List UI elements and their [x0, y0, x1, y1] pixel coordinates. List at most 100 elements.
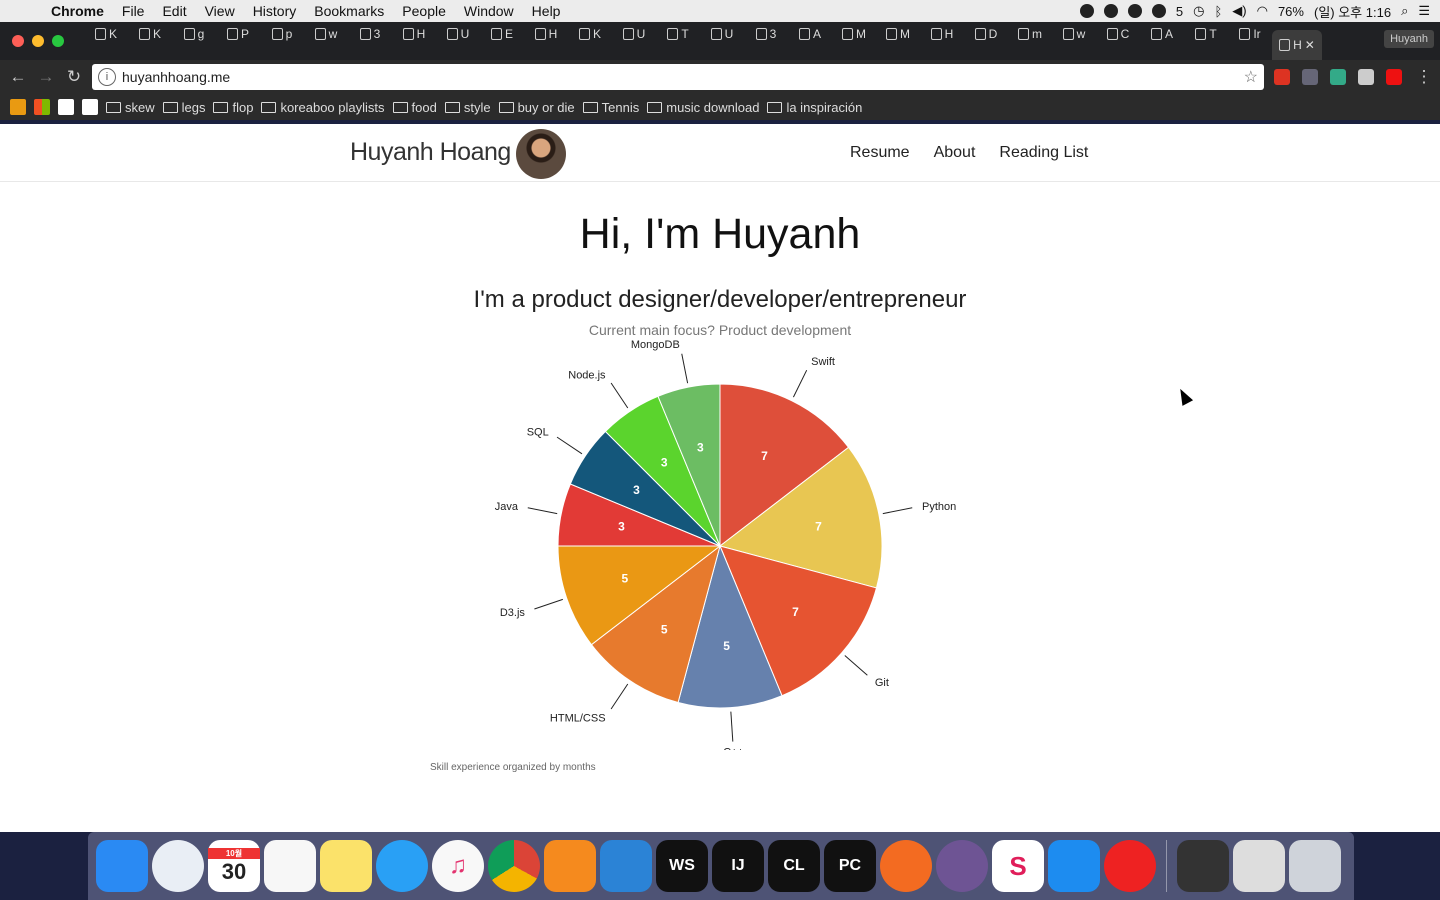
bookmark-folder[interactable]: la inspiración — [767, 100, 862, 115]
chrome-menu-icon[interactable]: ⋮ — [1410, 67, 1438, 87]
browser-tab[interactable]: M — [876, 22, 920, 46]
gmail-icon[interactable] — [58, 99, 74, 115]
clock[interactable]: (일) 오후 1:16 — [1314, 2, 1391, 21]
wifi-icon[interactable]: ◠ — [1257, 3, 1268, 19]
slack-icon[interactable]: S — [992, 840, 1044, 892]
calendar-icon[interactable]: 10월 30 — [208, 840, 260, 892]
reload-icon[interactable]: ↻ — [60, 67, 88, 87]
menu-file[interactable]: File — [113, 3, 154, 19]
browser-tab[interactable]: K — [568, 22, 612, 46]
browser-tab[interactable]: H — [524, 22, 568, 46]
github-desktop-icon[interactable] — [936, 840, 988, 892]
browser-tab[interactable]: H — [392, 22, 436, 46]
trash-icon[interactable] — [1289, 840, 1341, 892]
browser-tab[interactable]: U — [612, 22, 656, 46]
browser-tab[interactable]: K — [128, 22, 172, 46]
browser-tab[interactable]: m — [1008, 22, 1052, 46]
status-app-icon[interactable] — [1079, 4, 1094, 18]
bookmark-favicon[interactable] — [10, 99, 26, 115]
profile-button[interactable]: Huyanh — [1384, 30, 1434, 48]
browser-tab[interactable]: U — [700, 22, 744, 46]
finder-icon[interactable] — [96, 840, 148, 892]
extension-icon[interactable] — [1358, 69, 1374, 85]
browser-tab[interactable]: H — [920, 22, 964, 46]
bookmark-folder[interactable]: skew — [106, 100, 155, 115]
active-tab[interactable]: H ✕ — [1272, 30, 1322, 60]
browser-tab[interactable]: p — [260, 22, 304, 46]
airmail-icon[interactable] — [152, 840, 204, 892]
clion-icon[interactable]: CL — [768, 840, 820, 892]
bookmark-folder[interactable]: style — [444, 100, 491, 115]
menu-history[interactable]: History — [244, 3, 306, 19]
url-text[interactable]: huyanhhoang.me — [122, 69, 230, 85]
microsoft-icon[interactable] — [34, 99, 50, 115]
site-info-icon[interactable]: i — [98, 68, 116, 86]
menu-view[interactable]: View — [196, 3, 244, 19]
back-icon[interactable]: ← — [4, 67, 32, 87]
notification-center-icon[interactable]: ☰ — [1418, 3, 1430, 19]
reminders-icon[interactable] — [264, 840, 316, 892]
status-app-icon[interactable] — [1103, 4, 1118, 18]
messages-icon[interactable] — [376, 840, 428, 892]
bookmark-folder[interactable]: flop — [213, 100, 253, 115]
status-app-icon[interactable] — [1127, 4, 1142, 18]
menu-app-name[interactable]: Chrome — [42, 3, 113, 19]
menu-edit[interactable]: Edit — [153, 3, 195, 19]
forward-icon[interactable]: → — [32, 67, 60, 87]
extension-icon[interactable] — [1386, 69, 1402, 85]
browser-tab[interactable]: w — [304, 22, 348, 46]
browser-tab[interactable]: T — [656, 22, 700, 46]
bookmark-star-icon[interactable]: ☆ — [1244, 67, 1258, 87]
notification-count[interactable]: 5 — [1176, 4, 1183, 19]
xcode-icon[interactable] — [600, 840, 652, 892]
browser-tab[interactable]: 3 — [744, 22, 788, 46]
spotlight-icon[interactable]: ⌕ — [1401, 3, 1408, 19]
site-brand[interactable]: Huyanh Hoang — [350, 138, 511, 167]
chrome-icon[interactable] — [488, 840, 540, 892]
browser-tab[interactable]: U — [436, 22, 480, 46]
volume-icon[interactable]: ◀) — [1232, 3, 1246, 19]
adblock-icon[interactable] — [1274, 69, 1290, 85]
browser-tab[interactable]: A — [788, 22, 832, 46]
ibooks-icon[interactable] — [544, 840, 596, 892]
downloads-stack-icon[interactable] — [1233, 840, 1285, 892]
bluetooth-icon[interactable]: ᛒ — [1214, 4, 1222, 19]
itunes-icon[interactable]: ♫ — [432, 840, 484, 892]
close-window-icon[interactable] — [12, 35, 24, 47]
zoom-window-icon[interactable] — [52, 35, 64, 47]
browser-tab[interactable]: K — [84, 22, 128, 46]
bear-icon[interactable] — [1104, 840, 1156, 892]
bookmark-folder[interactable]: koreaboo playlists — [261, 100, 385, 115]
browser-tab[interactable]: M — [832, 22, 876, 46]
browser-tab[interactable]: P — [216, 22, 260, 46]
browser-tab[interactable]: Ir — [1228, 22, 1272, 46]
close-tab-icon[interactable]: ✕ — [1305, 38, 1315, 52]
bookmark-folder[interactable]: food — [392, 100, 437, 115]
bookmark-folder[interactable]: buy or die — [498, 100, 575, 115]
webstorm-icon[interactable]: WS — [656, 840, 708, 892]
browser-tab[interactable]: w — [1052, 22, 1096, 46]
browser-tab[interactable]: A — [1140, 22, 1184, 46]
status-app-icon[interactable] — [1151, 4, 1166, 18]
nav-about[interactable]: About — [934, 144, 976, 162]
amazon-icon[interactable] — [82, 99, 98, 115]
bookmark-folder[interactable]: music download — [647, 100, 759, 115]
menu-bookmarks[interactable]: Bookmarks — [305, 3, 393, 19]
address-bar[interactable]: i huyanhhoang.me ☆ — [92, 64, 1264, 90]
menu-help[interactable]: Help — [523, 3, 570, 19]
simulator-icon[interactable] — [1048, 840, 1100, 892]
postman-icon[interactable] — [880, 840, 932, 892]
browser-tab[interactable]: E — [480, 22, 524, 46]
menu-people[interactable]: People — [393, 3, 455, 19]
menu-window[interactable]: Window — [455, 3, 523, 19]
browser-tab[interactable]: 3 — [348, 22, 392, 46]
minimize-window-icon[interactable] — [32, 35, 44, 47]
browser-tab[interactable]: T — [1184, 22, 1228, 46]
browser-tab[interactable]: g — [172, 22, 216, 46]
notes-icon[interactable] — [320, 840, 372, 892]
browser-tab[interactable]: D — [964, 22, 1008, 46]
time-machine-icon[interactable]: ◷ — [1193, 3, 1204, 19]
extension-icon[interactable] — [1330, 69, 1346, 85]
pycharm-icon[interactable]: PC — [824, 840, 876, 892]
browser-tab[interactable]: C — [1096, 22, 1140, 46]
